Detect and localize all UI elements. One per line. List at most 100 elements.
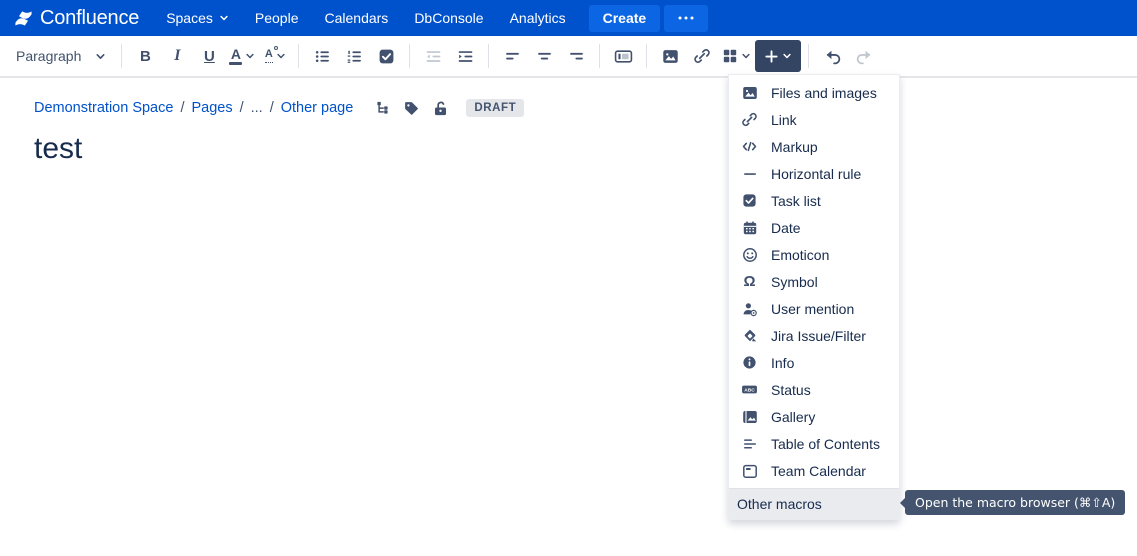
bullet-list-button[interactable]	[306, 40, 338, 72]
text-style-group: B I U A A	[129, 40, 291, 72]
menu-item-emoticon[interactable]: Emoticon	[729, 241, 899, 268]
align-left-button[interactable]	[496, 40, 528, 72]
menu-item-task-list[interactable]: Task list	[729, 187, 899, 214]
align-center-button[interactable]	[528, 40, 560, 72]
toolbar-divider	[298, 44, 299, 68]
user-mention-icon	[741, 300, 758, 317]
plus-icon	[764, 49, 779, 64]
menu-item-jira-issue-filter[interactable]: Jira Issue/Filter	[729, 322, 899, 349]
menu-item-gallery[interactable]: Gallery	[729, 403, 899, 430]
insert-table-dropdown[interactable]	[718, 40, 755, 72]
nav-item-calendars[interactable]: Calendars	[311, 0, 401, 36]
page-tree-icon[interactable]	[374, 100, 391, 117]
undo-button[interactable]	[816, 40, 848, 72]
nav-item-dbconsole[interactable]: DbConsole	[401, 0, 496, 36]
insert-link-button[interactable]	[686, 40, 718, 72]
paragraph-style-label: Paragraph	[16, 48, 81, 64]
menu-item-info[interactable]: Info	[729, 349, 899, 376]
italic-icon: I	[174, 47, 180, 65]
paragraph-style-dropdown[interactable]: Paragraph	[8, 40, 114, 72]
breadcrumb-ellipsis[interactable]: ...	[251, 100, 263, 116]
underline-button[interactable]: U	[193, 40, 225, 72]
align-right-button[interactable]	[560, 40, 592, 72]
task-list-icon	[378, 48, 395, 65]
insert-menu-list: Files and images Link Markup Horizontal …	[729, 75, 899, 488]
text-color-dropdown[interactable]: A	[225, 40, 259, 72]
emoticon-icon	[741, 246, 758, 263]
menu-item-date[interactable]: Date	[729, 214, 899, 241]
breadcrumb-link-pages[interactable]: Pages	[191, 100, 232, 116]
align-left-icon	[504, 48, 521, 65]
menu-item-horizontal-rule[interactable]: Horizontal rule	[729, 160, 899, 187]
task-list-button[interactable]	[370, 40, 402, 72]
nav-item-label: Spaces	[166, 10, 213, 26]
menu-item-user-mention[interactable]: User mention	[729, 295, 899, 322]
redo-icon	[855, 48, 874, 65]
unlock-icon[interactable]	[432, 100, 449, 117]
nav-item-label: Analytics	[510, 10, 566, 26]
bold-button[interactable]: B	[129, 40, 161, 72]
tooltip-arrow	[900, 498, 905, 508]
confluence-logo[interactable]: Confluence	[14, 7, 139, 30]
list-group	[306, 40, 402, 72]
nav-item-label: DbConsole	[414, 10, 483, 26]
menu-item-link[interactable]: Link	[729, 106, 899, 133]
breadcrumb-link-other-page[interactable]: Other page	[281, 100, 354, 116]
page-meta-icons	[374, 100, 449, 117]
menu-item-table-of-contents[interactable]: Table of Contents	[729, 430, 899, 457]
insert-image-button[interactable]	[654, 40, 686, 72]
link-icon	[741, 111, 758, 128]
page-title[interactable]: test	[34, 132, 82, 166]
files-and-images-icon	[741, 84, 758, 101]
markup-icon	[741, 138, 758, 155]
menu-item-files-and-images[interactable]: Files and images	[729, 79, 899, 106]
toolbar-divider	[646, 44, 647, 68]
nav-item-spaces[interactable]: Spaces	[153, 0, 242, 36]
chevron-down-icon	[95, 51, 106, 62]
align-right-icon	[568, 48, 585, 65]
macro-browser-tooltip: Open the macro browser (⌘⇧A)	[905, 490, 1125, 515]
menu-item-status[interactable]: Status	[729, 376, 899, 403]
create-button[interactable]: Create	[589, 5, 661, 32]
gallery-icon	[741, 408, 758, 425]
indent-button[interactable]	[449, 40, 481, 72]
table-icon	[722, 48, 738, 64]
text-color-icon: A	[229, 47, 242, 65]
chevron-down-icon	[276, 51, 286, 61]
breadcrumb: Demonstration Space / Pages / ... / Othe…	[34, 99, 524, 117]
numbered-list-button[interactable]	[338, 40, 370, 72]
page-layout-button[interactable]	[607, 40, 639, 72]
toolbar-divider	[409, 44, 410, 68]
menu-item-label: Jira Issue/Filter	[771, 328, 866, 344]
menu-item-symbol[interactable]: Ω Symbol	[729, 268, 899, 295]
menu-item-other-macros[interactable]: Other macros	[729, 488, 899, 519]
nav-item-people[interactable]: People	[242, 0, 312, 36]
toolbar-divider	[808, 44, 809, 68]
nav-item-analytics[interactable]: Analytics	[497, 0, 579, 36]
breadcrumb-separator: /	[270, 100, 274, 116]
insert-group	[654, 40, 801, 72]
more-formatting-dropdown[interactable]: A	[259, 40, 291, 72]
chevron-down-icon	[782, 51, 792, 61]
redo-button[interactable]	[848, 40, 880, 72]
toolbar-divider	[488, 44, 489, 68]
outdent-icon	[425, 48, 442, 65]
toolbar-divider	[121, 44, 122, 68]
menu-item-label: User mention	[771, 301, 854, 317]
brand-name: Confluence	[40, 7, 139, 30]
italic-button[interactable]: I	[161, 40, 193, 72]
menu-item-label: Gallery	[771, 409, 815, 425]
outdent-button[interactable]	[417, 40, 449, 72]
menu-item-team-calendar[interactable]: Team Calendar	[729, 457, 899, 484]
menu-item-label: Info	[771, 355, 794, 371]
menu-item-label: Date	[771, 220, 801, 236]
breadcrumb-link-space[interactable]: Demonstration Space	[34, 100, 173, 116]
menu-item-markup[interactable]: Markup	[729, 133, 899, 160]
link-icon	[693, 47, 711, 65]
navbar-more-button[interactable]	[664, 5, 708, 32]
menu-item-label: Horizontal rule	[771, 166, 861, 182]
underline-icon: U	[204, 48, 215, 65]
insert-more-dropdown[interactable]	[755, 40, 801, 72]
menu-item-label: Files and images	[771, 85, 877, 101]
labels-icon[interactable]	[403, 100, 420, 117]
